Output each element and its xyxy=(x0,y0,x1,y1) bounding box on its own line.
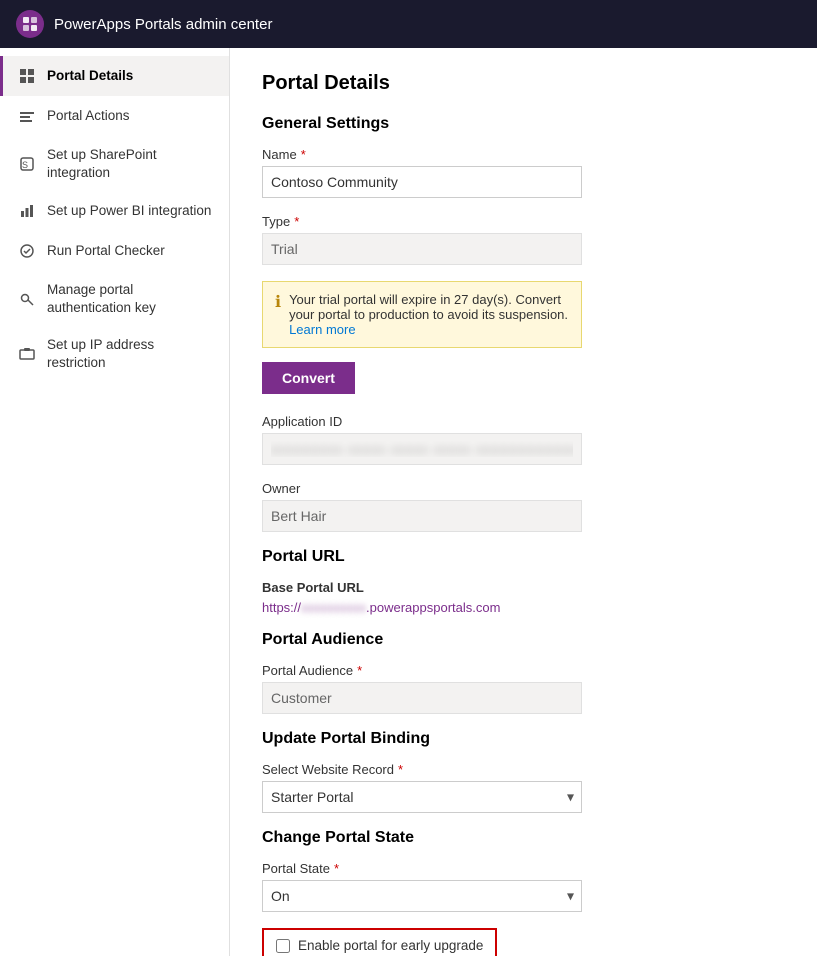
early-upgrade-label: Enable portal for early upgrade xyxy=(298,938,483,953)
name-label: Name * xyxy=(262,147,785,162)
type-field-group: Type * xyxy=(262,214,785,265)
topbar: PowerApps Portals admin center xyxy=(0,0,817,48)
sidebar-item-portal-checker[interactable]: Run Portal Checker xyxy=(0,231,229,271)
portal-state-title: Change Portal State xyxy=(262,829,785,847)
website-required: * xyxy=(398,762,403,777)
learn-more-link[interactable]: Learn more xyxy=(289,322,355,337)
name-field-group: Name * xyxy=(262,147,785,198)
actions-icon xyxy=(17,106,37,126)
state-select[interactable]: On Off xyxy=(262,880,582,912)
early-upgrade-box: Enable portal for early upgrade xyxy=(262,928,497,956)
warning-text: Your trial portal will expire in 27 day(… xyxy=(289,292,569,337)
audience-input xyxy=(262,682,582,714)
portal-url-link[interactable]: https://xxxxxxxxxx.powerappsportals.com xyxy=(262,600,500,615)
sidebar-item-portal-details[interactable]: Portal Details xyxy=(0,56,229,96)
type-label: Type * xyxy=(262,214,785,229)
sidebar-item-label: Run Portal Checker xyxy=(47,242,165,260)
app-id-field-group: Application ID xyxy=(262,414,785,465)
grid-icon xyxy=(17,66,37,86)
sharepoint-icon: S xyxy=(17,154,37,174)
ip-icon xyxy=(17,344,37,364)
app-title: PowerApps Portals admin center xyxy=(54,16,272,33)
sidebar-item-sharepoint[interactable]: S Set up SharePoint integration xyxy=(0,136,229,191)
sidebar-item-label: Portal Actions xyxy=(47,107,130,125)
general-settings-title: General Settings xyxy=(262,115,785,133)
audience-label: Portal Audience * xyxy=(262,663,785,678)
website-select[interactable]: Starter Portal xyxy=(262,781,582,813)
sidebar-item-label: Set up IP address restriction xyxy=(47,336,215,371)
powerbi-icon xyxy=(17,201,37,221)
owner-input xyxy=(262,500,582,532)
portal-audience-title: Portal Audience xyxy=(262,631,785,649)
svg-text:S: S xyxy=(22,160,28,170)
trial-warning: ℹ Your trial portal will expire in 27 da… xyxy=(262,281,582,348)
state-required: * xyxy=(334,861,339,876)
website-label: Select Website Record * xyxy=(262,762,785,777)
app-id-label: Application ID xyxy=(262,414,785,429)
sidebar-item-label: Set up SharePoint integration xyxy=(47,146,215,181)
owner-label: Owner xyxy=(262,481,785,496)
early-upgrade-section: Enable portal for early upgrade If you a… xyxy=(262,928,785,956)
sidebar-item-label: Manage portal authentication key xyxy=(47,281,215,316)
portal-state-section: Change Portal State Portal State * On Of… xyxy=(262,829,785,912)
type-input xyxy=(262,233,582,265)
sidebar-item-auth-key[interactable]: Manage portal authentication key xyxy=(0,271,229,326)
sidebar-item-label: Portal Details xyxy=(47,67,133,85)
state-label: Portal State * xyxy=(262,861,785,876)
main-content: Portal Details General Settings Name * T… xyxy=(230,48,817,956)
app-logo xyxy=(16,10,44,38)
audience-required: * xyxy=(357,663,362,678)
website-select-wrapper: Starter Portal ▾ xyxy=(262,781,582,813)
convert-button[interactable]: Convert xyxy=(262,362,355,394)
sidebar-item-ip-restriction[interactable]: Set up IP address restriction xyxy=(0,326,229,381)
sidebar-item-portal-actions[interactable]: Portal Actions xyxy=(0,96,229,136)
portal-url-section: Portal URL Base Portal URL https://xxxxx… xyxy=(262,548,785,615)
name-input[interactable] xyxy=(262,166,582,198)
portal-url-title: Portal URL xyxy=(262,548,785,566)
base-url-label: Base Portal URL xyxy=(262,580,785,595)
name-required: * xyxy=(301,147,306,162)
url-blur-part: xxxxxxxxxx xyxy=(301,600,366,615)
sidebar-item-label: Set up Power BI integration xyxy=(47,202,211,220)
portal-audience-section: Portal Audience Portal Audience * xyxy=(262,631,785,714)
key-icon xyxy=(17,289,37,309)
sidebar-item-powerbi[interactable]: Set up Power BI integration xyxy=(0,191,229,231)
early-upgrade-checkbox[interactable] xyxy=(276,939,290,953)
type-required: * xyxy=(294,214,299,229)
warning-icon: ℹ xyxy=(275,292,281,312)
binding-section: Update Portal Binding Select Website Rec… xyxy=(262,730,785,813)
page-title: Portal Details xyxy=(262,72,785,95)
sidebar: Portal Details Portal Actions S Set up S xyxy=(0,48,230,956)
state-select-wrapper: On Off ▾ xyxy=(262,880,582,912)
app-id-input xyxy=(262,433,582,465)
binding-title: Update Portal Binding xyxy=(262,730,785,748)
checker-icon xyxy=(17,241,37,261)
owner-field-group: Owner xyxy=(262,481,785,532)
